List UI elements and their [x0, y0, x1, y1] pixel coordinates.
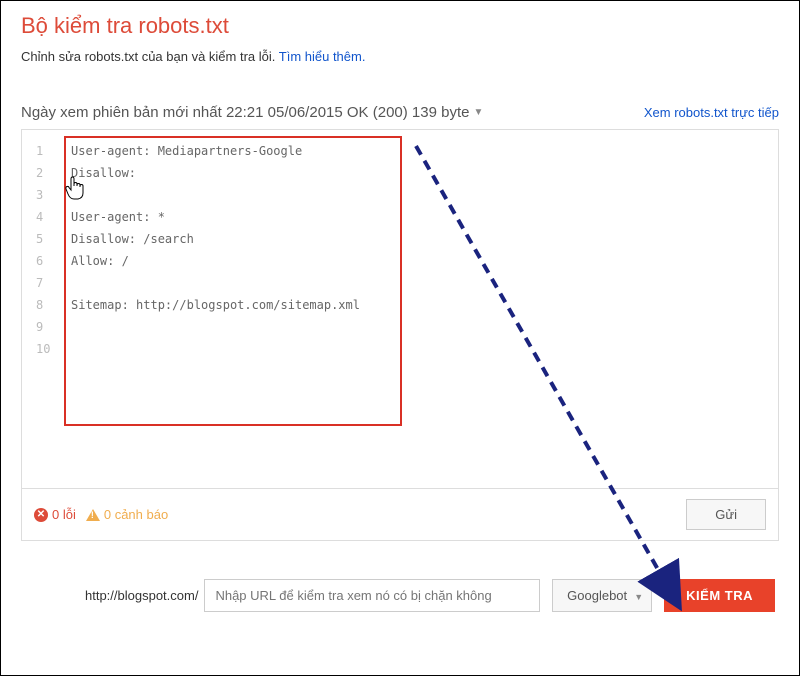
submit-button[interactable]: Gửi [686, 499, 766, 530]
robots-editor[interactable]: 1 2 3 4 5 6 7 8 9 10 User-agent: Mediapa… [21, 129, 779, 489]
chevron-down-icon: ▼ [634, 592, 643, 602]
code-text[interactable]: User-agent: Mediapartners-Google Disallo… [58, 140, 360, 478]
page-subtitle: Chỉnh sửa robots.txt của bạn và kiểm tra… [21, 49, 779, 64]
bot-selected-label: Googlebot [567, 588, 627, 603]
view-live-link[interactable]: Xem robots.txt trực tiếp [644, 105, 779, 120]
error-count: ✕ 0 lỗi [34, 507, 76, 522]
subtitle-text: Chỉnh sửa robots.txt của bạn và kiểm tra… [21, 49, 279, 64]
error-icon: ✕ [34, 508, 48, 522]
bot-select[interactable]: Googlebot ▼ [552, 579, 652, 612]
url-prefix-label: http://blogspot.com/ [25, 579, 204, 612]
line-number-gutter: 1 2 3 4 5 6 7 8 9 10 [22, 140, 58, 478]
chevron-down-icon: ▼ [473, 107, 483, 118]
test-button[interactable]: KIỂM TRA [664, 579, 775, 612]
warning-icon [86, 509, 100, 521]
url-input[interactable] [204, 579, 540, 612]
version-dropdown[interactable]: Ngày xem phiên bản mới nhất 22:21 05/06/… [21, 104, 483, 121]
learn-more-link[interactable]: Tìm hiểu thêm. [279, 49, 366, 64]
version-label: Ngày xem phiên bản mới nhất 22:21 05/06/… [21, 104, 469, 121]
warning-count: 0 cảnh báo [86, 507, 168, 522]
page-title: Bộ kiểm tra robots.txt [21, 13, 779, 39]
